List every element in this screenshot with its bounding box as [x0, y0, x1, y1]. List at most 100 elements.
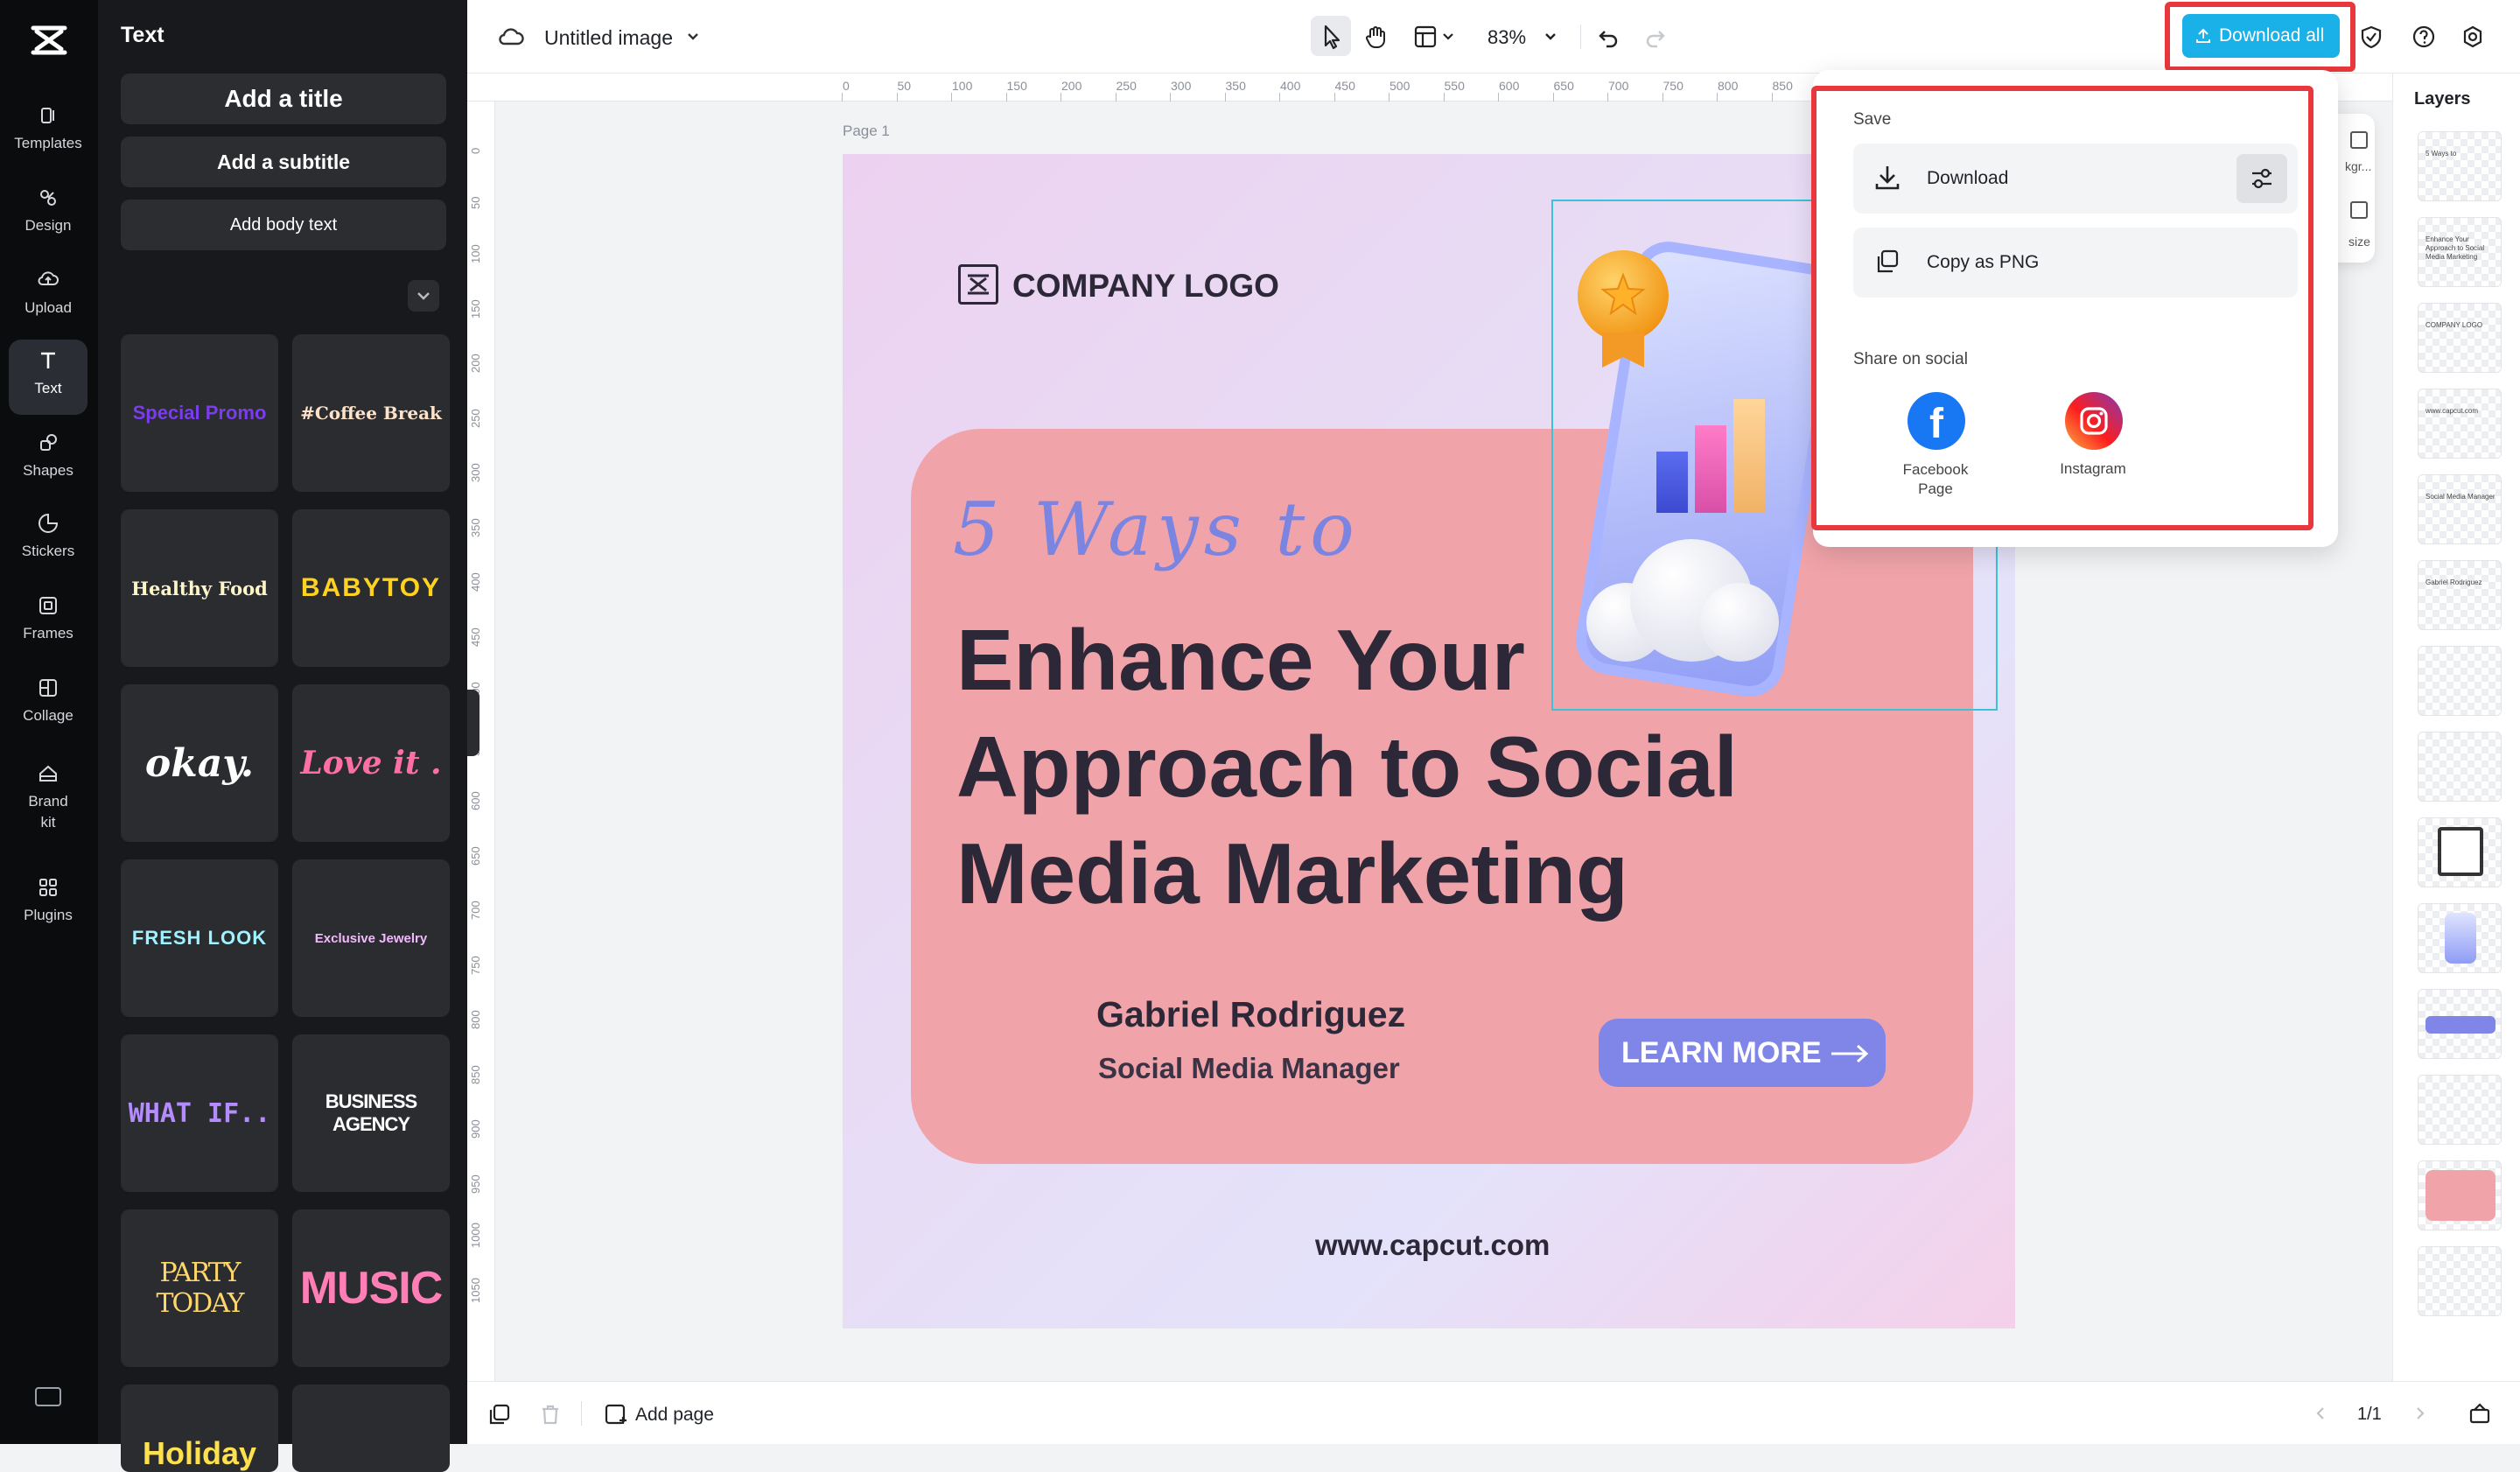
select-tool-button[interactable]	[1311, 16, 1351, 56]
text-style-preset[interactable]: Love it .	[292, 684, 450, 842]
capcut-logo-icon[interactable]	[30, 23, 68, 58]
text-style-preset-label: Special Promo	[133, 402, 267, 424]
layer-thumbnail[interactable]: Gabriel Rodriguez	[2418, 560, 2502, 630]
headline-line-1[interactable]: Enhance Your	[956, 611, 1525, 710]
layer-thumbnail[interactable]	[2418, 989, 2502, 1059]
logo-layer-icon	[2438, 827, 2483, 876]
text-style-preset[interactable]: WHAT IF..	[121, 1034, 278, 1192]
text-style-preset[interactable]: BABYTOY	[292, 509, 450, 667]
text-style-preset[interactable]: Healthy Food	[121, 509, 278, 667]
rail-item-frames[interactable]: Frames	[9, 585, 88, 660]
text-style-preset[interactable]: FRESH LOOK	[121, 859, 278, 1017]
text-style-preset[interactable]: okay.	[121, 684, 278, 842]
website-url[interactable]: www.capcut.com	[1315, 1229, 1550, 1262]
ruler-tick	[1170, 93, 1171, 102]
rail-item-text[interactable]: Text	[9, 340, 88, 415]
background-label[interactable]: kgr...	[2345, 159, 2371, 173]
script-subtitle[interactable]: 5 Ways to	[953, 487, 1360, 572]
ruler-tick-label: 450	[469, 627, 482, 647]
rail-item-upload[interactable]: Upload	[9, 259, 88, 334]
rail-item-label: Shapes	[23, 462, 74, 479]
stickers-icon	[36, 511, 60, 536]
help-icon[interactable]	[2408, 21, 2440, 53]
keyboard-shortcuts-icon[interactable]	[35, 1387, 61, 1406]
undo-icon[interactable]	[1592, 21, 1624, 53]
rail-item-brand-kit[interactable]: Brand kit	[9, 753, 88, 849]
collapse-chevron-button[interactable]	[408, 280, 439, 312]
duplicate-page-icon[interactable]	[488, 1403, 511, 1426]
ruler-tick	[1006, 93, 1007, 102]
ruler-tick-label: 550	[1445, 79, 1465, 93]
layer-thumbnail[interactable]: Enhance Your Approach to Social Media Ma…	[2418, 217, 2502, 287]
layer-thumbnail[interactable]	[2418, 1246, 2502, 1316]
layer-thumbnail[interactable]	[2418, 646, 2502, 716]
text-style-preset[interactable]: PARTY TODAY	[121, 1209, 278, 1367]
brand-kit-icon	[36, 761, 60, 786]
add-subtitle-button[interactable]: Add a subtitle	[121, 137, 446, 187]
cloud-save-icon[interactable]	[495, 21, 527, 53]
rail-item-stickers[interactable]: Stickers	[9, 502, 88, 578]
ruler-tick-label: 150	[469, 299, 482, 319]
hand-tool-icon[interactable]	[1360, 21, 1391, 53]
delete-page-icon[interactable]	[539, 1403, 562, 1426]
layers-title: Layers	[2414, 89, 2471, 109]
author-name[interactable]: Gabriel Rodriguez	[1096, 994, 1405, 1035]
add-body-text-button[interactable]: Add body text	[121, 200, 446, 250]
layers-toggle-icon[interactable]	[2468, 1401, 2492, 1426]
text-style-preset[interactable]: Holiday	[121, 1384, 278, 1472]
company-logo-text[interactable]: COMPANY LOGO	[1012, 268, 1279, 305]
rail-item-label: Frames	[23, 625, 74, 641]
ruler-tick-label: 1050	[469, 1278, 482, 1303]
text-style-preset[interactable]: Special Promo	[121, 334, 278, 492]
rail-item-plugins[interactable]: Plugins	[9, 866, 88, 942]
resize-label[interactable]: size	[2348, 235, 2370, 249]
ruler-tick-label: 1000	[469, 1223, 482, 1248]
company-logo-icon[interactable]	[958, 264, 998, 305]
layer-thumbnail[interactable]: Social Media Manager	[2418, 474, 2502, 544]
plugins-icon	[36, 875, 60, 900]
author-role[interactable]: Social Media Manager	[1098, 1052, 1400, 1085]
layer-thumbnail[interactable]	[2418, 903, 2502, 973]
redo-icon[interactable]	[1640, 21, 1671, 53]
rail-item-templates[interactable]: Templates	[9, 95, 88, 170]
panel-collapse-handle[interactable]	[467, 690, 480, 756]
add-title-button[interactable]: Add a title	[121, 74, 446, 124]
add-page-button[interactable]: Add page	[604, 1399, 726, 1429]
rail-item-design[interactable]: Design	[9, 177, 88, 252]
settings-gear-icon[interactable]	[2457, 21, 2488, 53]
document-title[interactable]: Untitled image	[544, 26, 673, 50]
layer-thumbnail[interactable]	[2418, 1075, 2502, 1145]
rail-item-collage[interactable]: Collage	[9, 667, 88, 742]
rail-item-shapes[interactable]: Shapes	[9, 422, 88, 497]
ruler-tick-label: 0	[469, 148, 482, 154]
next-page-icon[interactable]	[2412, 1405, 2429, 1422]
layer-thumbnail[interactable]: www.capcut.com	[2418, 389, 2502, 459]
layer-thumbnail[interactable]	[2418, 732, 2502, 802]
text-style-preset[interactable]: #Coffee Break	[292, 334, 450, 492]
layer-thumbnail[interactable]	[2418, 817, 2502, 887]
layer-thumbnail[interactable]: 5 Ways to	[2418, 131, 2502, 201]
layout-tool-icon[interactable]	[1412, 21, 1465, 53]
resize-icon[interactable]	[2350, 201, 2368, 219]
layer-thumbnail[interactable]: COMPANY LOGO	[2418, 303, 2502, 373]
prev-page-icon[interactable]	[2312, 1405, 2329, 1422]
layer-thumbnail[interactable]	[2418, 1160, 2502, 1230]
text-style-preset[interactable]: BUSINESS AGENCY	[292, 1034, 450, 1192]
text-style-preset[interactable]: Exclusive Jewelry	[292, 859, 450, 1017]
headline-line-2[interactable]: Approach to Social	[956, 718, 1738, 817]
text-style-preset[interactable]	[292, 1384, 450, 1472]
headline-line-3[interactable]: Media Marketing	[956, 824, 1628, 923]
ruler-tick	[1553, 93, 1554, 102]
ruler-tick	[1607, 93, 1608, 102]
cursor-icon	[1311, 16, 1351, 56]
text-style-preset[interactable]: MUSIC	[292, 1209, 450, 1367]
frames-icon	[36, 593, 60, 618]
ruler-tick-label: 800	[1718, 79, 1738, 93]
background-icon[interactable]	[2350, 131, 2368, 149]
zoom-level[interactable]: 83%	[1488, 26, 1526, 49]
ruler-tick-label: 100	[469, 244, 482, 263]
zoom-chevron-down-icon[interactable]	[1535, 21, 1566, 53]
title-dropdown-chevron-icon[interactable]	[677, 21, 709, 53]
shield-icon[interactable]	[2356, 21, 2387, 53]
learn-more-button[interactable]: LEARN MORE	[1599, 1019, 1886, 1087]
